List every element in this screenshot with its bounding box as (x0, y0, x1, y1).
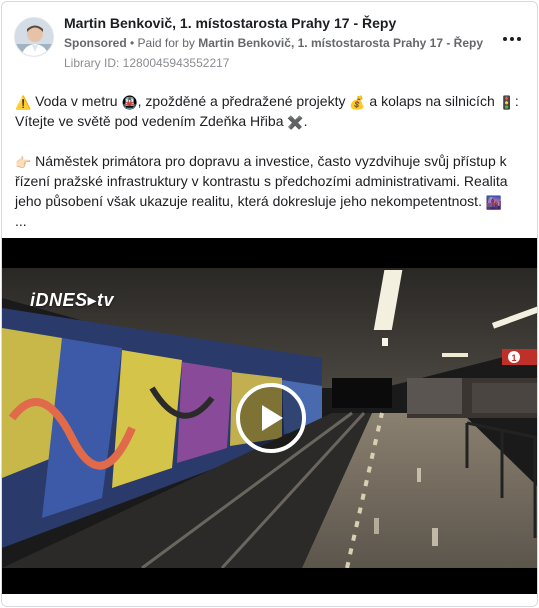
pointing-hand-icon: 👉🏻 (15, 155, 32, 170)
more-options-icon[interactable] (499, 32, 525, 46)
platform-sign-number: 1 (511, 353, 516, 363)
play-button[interactable] (236, 383, 306, 453)
sponsor-line: Sponsored • Paid for by Martin Benkovič,… (64, 36, 483, 50)
see-more-ellipsis[interactable]: ... (15, 213, 27, 229)
sponsored-label: Sponsored (64, 36, 127, 50)
play-icon (262, 405, 283, 431)
post-body: ⚠️ Voda v metru 🚇, zpožděné a předražené… (15, 91, 530, 251)
metro-icon: 🚇 (121, 95, 138, 110)
traffic-light-icon: 🚦 (498, 95, 515, 110)
author-avatar[interactable] (14, 17, 54, 57)
paragraph-2: 👉🏻 Náměstek primátora pro dopravu a inve… (15, 153, 508, 229)
card-footer-strip (2, 594, 537, 606)
paid-for-prefix: Paid for by (137, 36, 199, 50)
video-player[interactable]: 1 iDNES▸tv (2, 238, 537, 597)
paid-for-name[interactable]: Martin Benkovič, 1. místostarosta Prahy … (198, 36, 483, 50)
warning-icon: ⚠️ (15, 95, 32, 110)
post-header: Martin Benkovič, 1. místostarosta Prahy … (14, 12, 525, 74)
money-bag-icon: 💰 (349, 95, 366, 110)
cross-mark-icon: ✖️ (287, 115, 304, 130)
city-icon: 🌆 (485, 195, 503, 210)
paragraph-1: ⚠️ Voda v metru 🚇, zpožděné a předražené… (15, 93, 519, 130)
idnes-tv-watermark: iDNES▸tv (30, 290, 115, 310)
library-id: Library ID: 1280045943552217 (64, 56, 230, 70)
author-name[interactable]: Martin Benkovič, 1. místostarosta Prahy … (64, 15, 396, 31)
separator: • (126, 36, 138, 50)
ad-post-card: Martin Benkovič, 1. místostarosta Prahy … (1, 1, 538, 607)
